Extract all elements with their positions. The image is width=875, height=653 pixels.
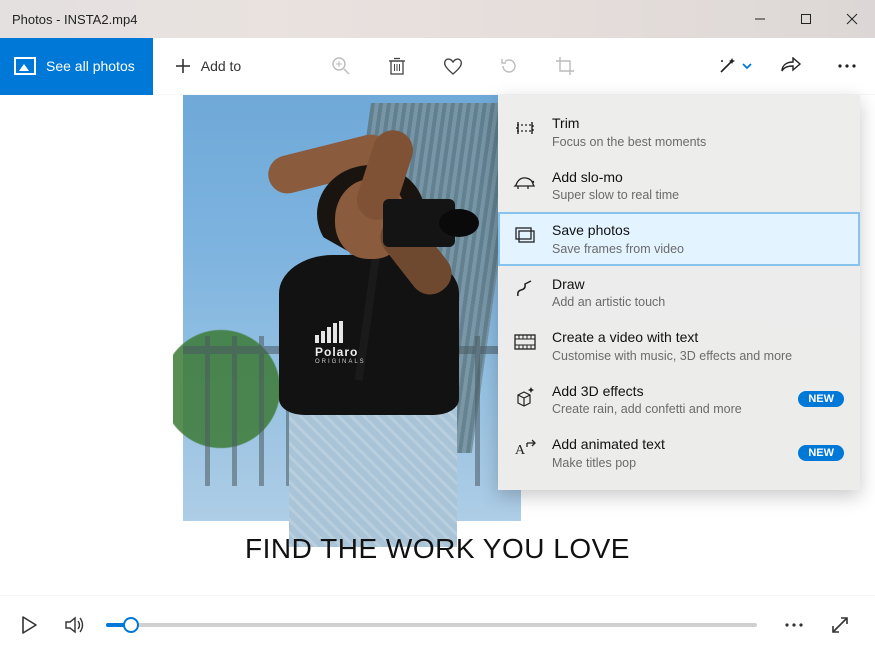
video-caption: FIND THE WORK YOU LOVE xyxy=(0,533,875,565)
magic-wand-icon xyxy=(717,56,737,76)
minimize-button[interactable] xyxy=(737,0,783,38)
turtle-icon xyxy=(512,169,538,195)
play-button[interactable] xyxy=(6,602,52,648)
shirt-brand: Polaro xyxy=(315,345,405,359)
plus-icon xyxy=(175,58,191,74)
menu-item-title: Add animated text xyxy=(552,436,784,454)
menu-item-title: Draw xyxy=(552,276,844,294)
frames-icon xyxy=(512,222,538,248)
menu-item-title: Save photos xyxy=(552,222,844,240)
edit-create-menu: Trim Focus on the best moments Add slo-m… xyxy=(498,95,860,490)
menu-item-sub: Customise with music, 3D effects and mor… xyxy=(552,349,844,363)
menu-item-sub: Add an artistic touch xyxy=(552,295,844,309)
menu-item-sub: Create rain, add confetti and more xyxy=(552,402,784,416)
new-badge: NEW xyxy=(798,391,844,407)
delete-button[interactable] xyxy=(369,38,425,95)
menu-item-sub: Focus on the best moments xyxy=(552,135,844,149)
menu-item-trim[interactable]: Trim Focus on the best moments xyxy=(498,105,860,159)
menu-item-3d-effects[interactable]: Add 3D effects Create rain, add confetti… xyxy=(498,373,860,427)
menu-item-title: Add slo-mo xyxy=(552,169,844,187)
menu-item-draw[interactable]: Draw Add an artistic touch xyxy=(498,266,860,320)
seek-slider[interactable] xyxy=(106,623,757,627)
see-all-label: See all photos xyxy=(46,58,135,74)
magnifier-plus-icon xyxy=(331,56,351,76)
seek-thumb[interactable] xyxy=(123,617,139,633)
ellipsis-icon xyxy=(784,622,804,628)
see-all-photos-button[interactable]: See all photos xyxy=(0,38,153,95)
animated-text-icon: A xyxy=(512,436,538,462)
more-button[interactable] xyxy=(819,38,875,95)
speaker-icon xyxy=(64,615,86,635)
share-icon xyxy=(780,57,802,75)
heart-icon xyxy=(442,56,464,76)
titlebar: Photos - INSTA2.mp4 xyxy=(0,0,875,38)
add-to-label: Add to xyxy=(201,58,241,74)
new-badge: NEW xyxy=(798,445,844,461)
draw-icon xyxy=(512,276,538,302)
photo-icon xyxy=(14,57,36,75)
menu-item-slomo[interactable]: Add slo-mo Super slow to real time xyxy=(498,159,860,213)
trim-icon xyxy=(512,115,538,141)
volume-button[interactable] xyxy=(52,602,98,648)
playbar xyxy=(0,595,875,653)
ellipsis-icon xyxy=(837,63,857,69)
rotate-icon xyxy=(499,56,519,76)
rotate-button[interactable] xyxy=(481,38,537,95)
menu-item-title: Trim xyxy=(552,115,844,133)
menu-item-save-photos[interactable]: Save photos Save frames from video xyxy=(498,212,860,266)
menu-item-animated-text[interactable]: A Add animated text Make titles pop NEW xyxy=(498,426,860,480)
edit-create-button[interactable] xyxy=(707,38,763,95)
fullscreen-icon xyxy=(830,615,850,635)
maximize-button[interactable] xyxy=(783,0,829,38)
menu-item-sub: Save frames from video xyxy=(552,242,844,256)
menu-item-title: Add 3D effects xyxy=(552,383,784,401)
menu-item-video-text[interactable]: Create a video with text Customise with … xyxy=(498,319,860,373)
menu-item-sub: Make titles pop xyxy=(552,456,784,470)
content-area: Polaro ORIGINALS FIND THE WORK YOU LOVE … xyxy=(0,95,875,595)
play-icon xyxy=(20,615,38,635)
crop-icon xyxy=(555,56,575,76)
playbar-more-button[interactable] xyxy=(771,602,817,648)
menu-item-title: Create a video with text xyxy=(552,329,844,347)
crop-button[interactable] xyxy=(537,38,593,95)
zoom-button[interactable] xyxy=(313,38,369,95)
svg-text:A: A xyxy=(515,443,526,458)
trash-icon xyxy=(388,56,406,76)
toolbar: See all photos Add to xyxy=(0,38,875,95)
fullscreen-button[interactable] xyxy=(817,602,863,648)
add-to-button[interactable]: Add to xyxy=(153,38,263,94)
menu-item-sub: Super slow to real time xyxy=(552,188,844,202)
shirt-sub: ORIGINALS xyxy=(315,359,405,365)
share-button[interactable] xyxy=(763,38,819,95)
cube-sparkle-icon xyxy=(512,383,538,409)
chevron-down-icon xyxy=(741,60,753,72)
filmstrip-icon xyxy=(512,329,538,355)
favorite-button[interactable] xyxy=(425,38,481,95)
window-title: Photos - INSTA2.mp4 xyxy=(12,12,737,27)
close-button[interactable] xyxy=(829,0,875,38)
video-frame[interactable]: Polaro ORIGINALS xyxy=(183,95,521,521)
